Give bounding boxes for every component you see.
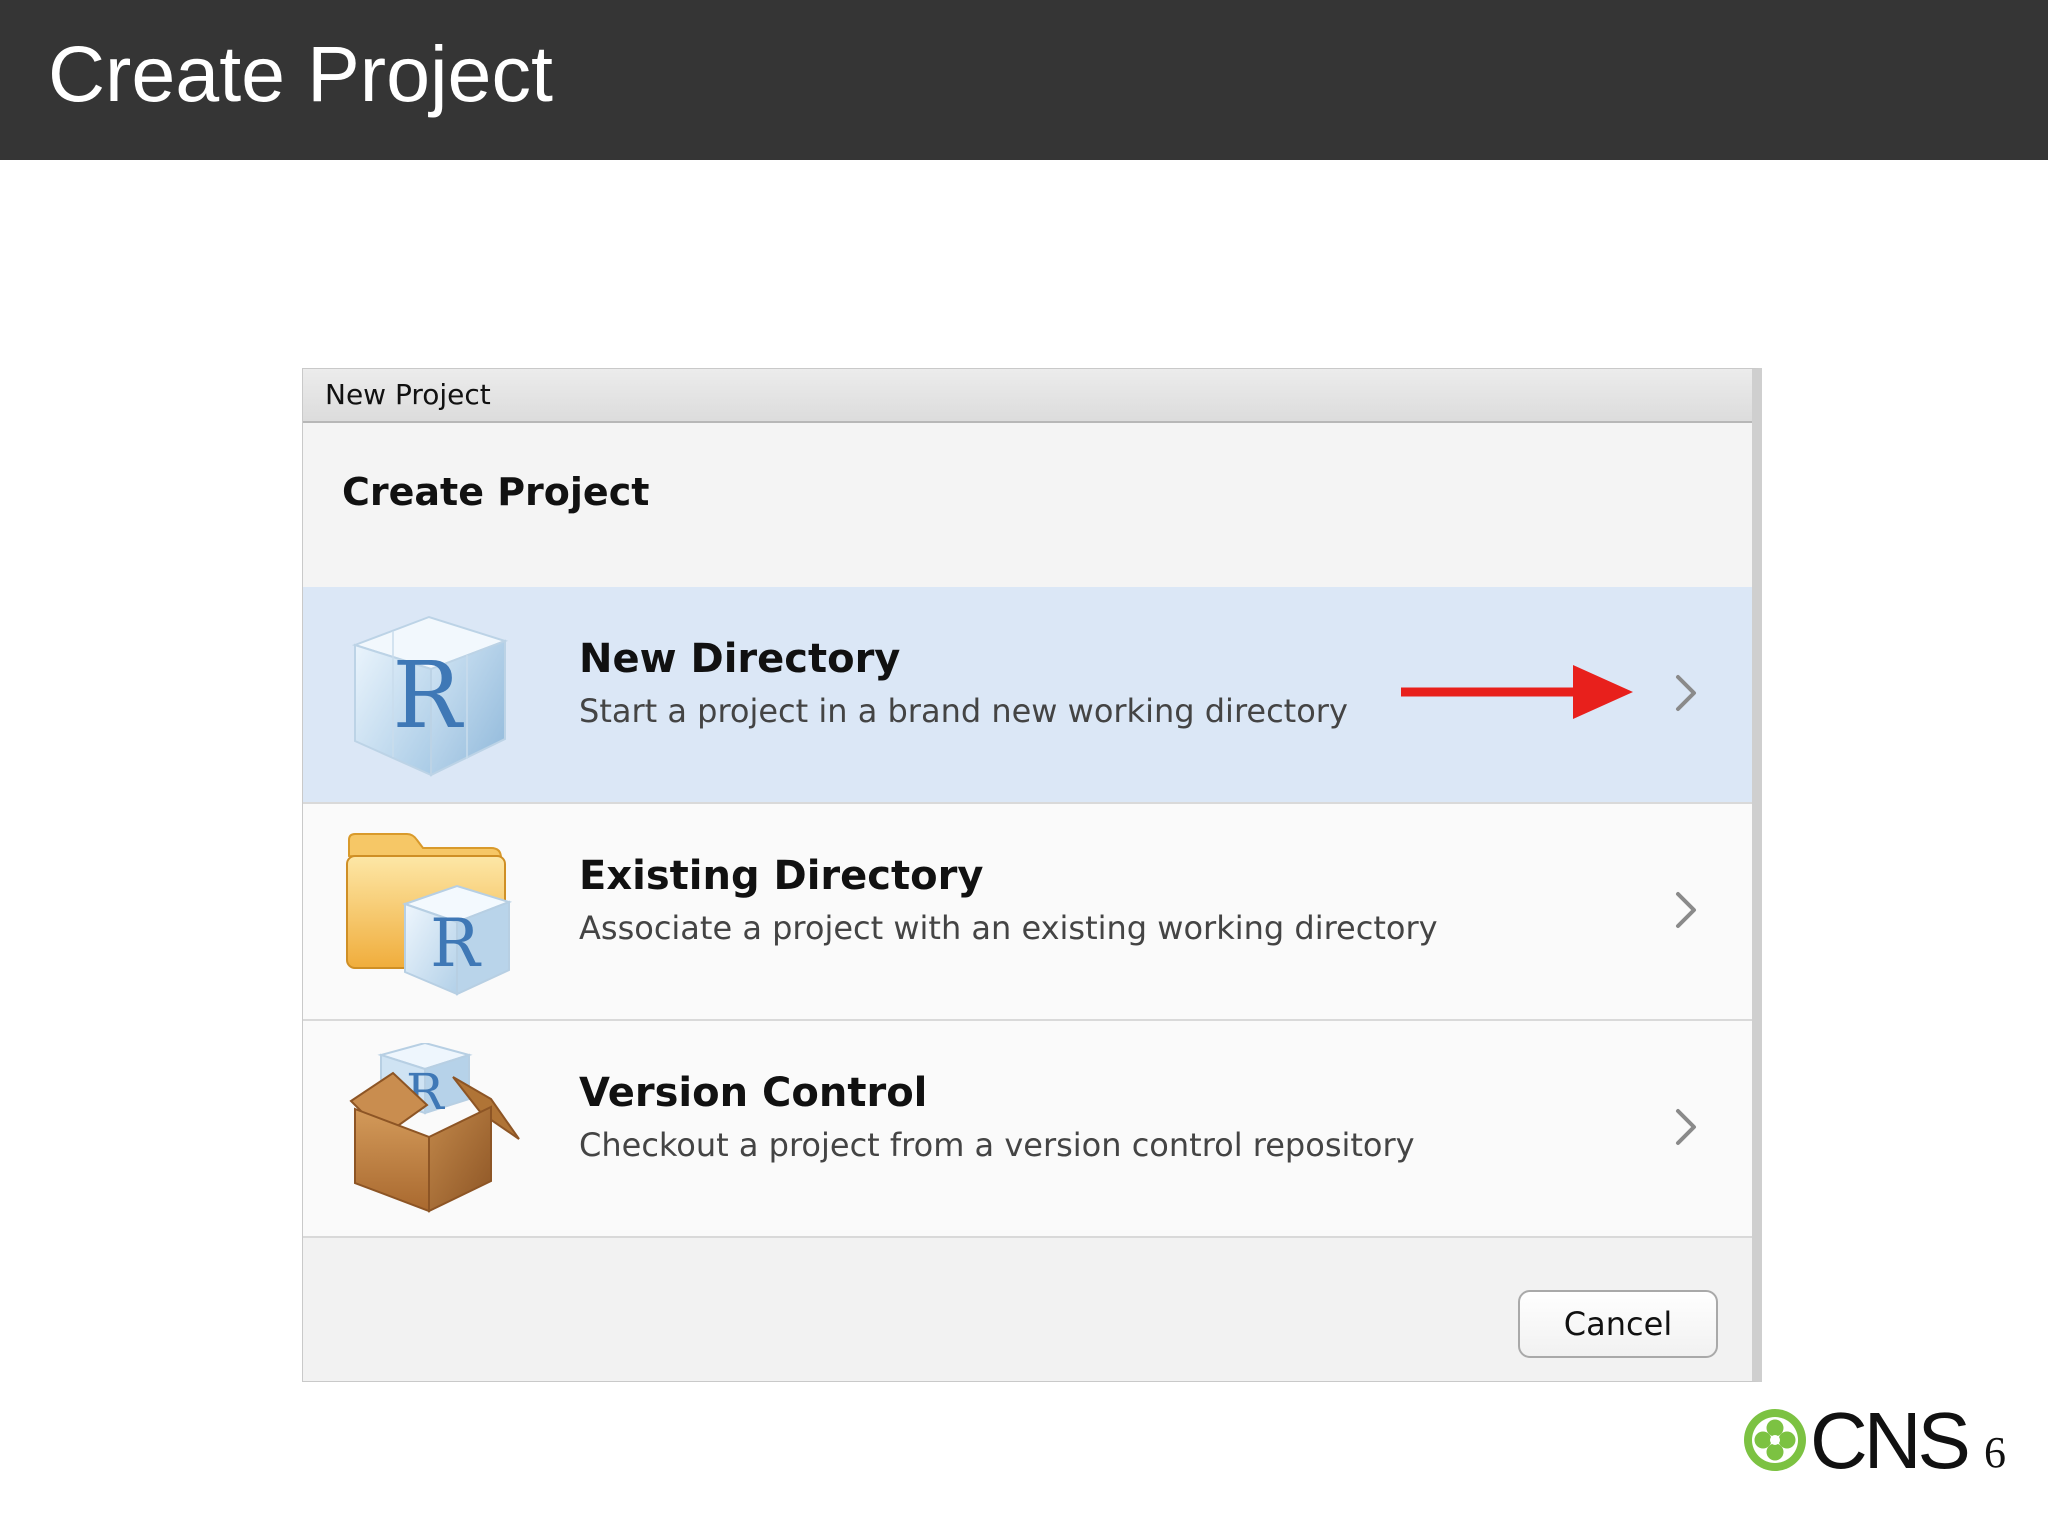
existing-directory-option[interactable]: R Existing Directory Associate a project… — [303, 804, 1752, 1021]
dialog-footer: Cancel — [303, 1238, 1752, 1381]
slide-title: Create Project — [48, 29, 553, 118]
red-arrow-annotation — [1401, 665, 1633, 719]
slide: Create Project New Project Create Projec… — [0, 0, 2048, 1536]
page-number: 6 — [1984, 1428, 2006, 1477]
cancel-button[interactable]: Cancel — [1518, 1290, 1718, 1358]
chevron-right-icon — [1676, 892, 1696, 928]
cns-logo-text: CNS — [1810, 1396, 1971, 1485]
version-control-description: Checkout a project from a version contro… — [579, 1126, 1415, 1164]
dialog-titlebar[interactable]: New Project — [303, 369, 1752, 423]
r-cube-icon: R — [351, 615, 509, 777]
svg-text:R: R — [392, 642, 464, 749]
existing-directory-title: Existing Directory — [579, 853, 984, 899]
clover-logo-icon — [1744, 1409, 1806, 1471]
dialog-heading: Create Project — [342, 470, 650, 514]
slide-header: Create Project — [0, 0, 2048, 160]
version-control-option[interactable]: R Version Control Checkout a project fro… — [303, 1021, 1752, 1238]
r-box-icon: R — [349, 1043, 520, 1213]
new-directory-description: Start a project in a brand new working d… — [579, 692, 1348, 730]
new-directory-option[interactable]: R New Directory Start a project in a bra… — [303, 587, 1752, 804]
cns-logo: CNS — [1742, 1401, 1971, 1481]
r-folder-icon: R — [346, 833, 513, 996]
version-control-title: Version Control — [579, 1070, 928, 1116]
existing-directory-description: Associate a project with an existing wor… — [579, 909, 1438, 947]
new-directory-title: New Directory — [579, 636, 901, 682]
chevron-right-icon — [1676, 1109, 1696, 1145]
new-project-dialog: New Project Create Project R New Directo… — [302, 368, 1762, 1382]
chevron-right-icon — [1676, 675, 1696, 711]
dialog-window-title: New Project — [325, 378, 491, 411]
svg-text:R: R — [430, 905, 482, 982]
